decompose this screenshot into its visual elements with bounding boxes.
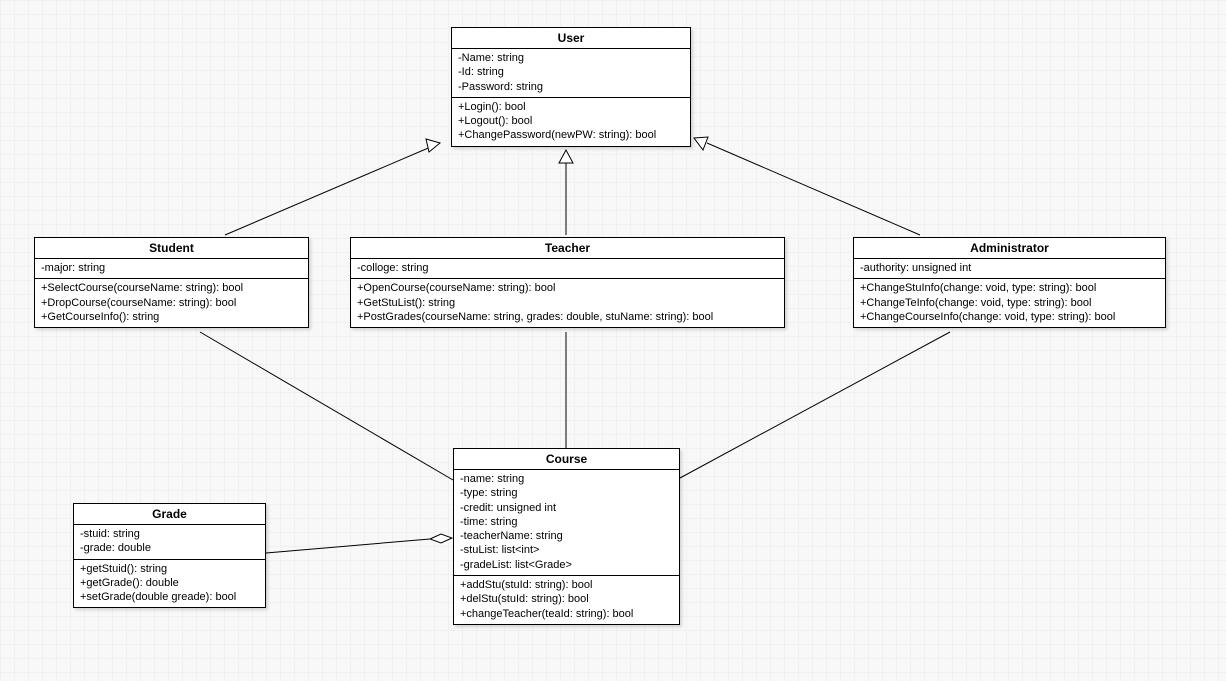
op-line: +getGrade(): double bbox=[80, 576, 259, 590]
op-line: +ChangeStuInfo(change: void, type: strin… bbox=[860, 281, 1159, 295]
class-ops: +getStuid(): string +getGrade(): double … bbox=[74, 560, 265, 608]
attr-line: -authority: unsigned int bbox=[860, 261, 1159, 275]
attr-line: -stuList: list<int> bbox=[460, 543, 673, 557]
op-line: +ChangePassword(newPW: string): bool bbox=[458, 128, 684, 142]
op-line: +setGrade(double greade): bool bbox=[80, 590, 259, 604]
attr-line: -Id: string bbox=[458, 65, 684, 79]
class-ops: +ChangeStuInfo(change: void, type: strin… bbox=[854, 279, 1165, 327]
class-attrs: -stuid: string -grade: double bbox=[74, 525, 265, 560]
op-line: +delStu(stuId: string): bool bbox=[460, 592, 673, 606]
class-title: Grade bbox=[74, 504, 265, 525]
class-ops: +Login(): bool +Logout(): bool +ChangePa… bbox=[452, 98, 690, 146]
class-attrs: -colloge: string bbox=[351, 259, 784, 279]
attr-line: -name: string bbox=[460, 472, 673, 486]
op-line: +Login(): bool bbox=[458, 100, 684, 114]
attr-line: -grade: double bbox=[80, 541, 259, 555]
attr-line: -colloge: string bbox=[357, 261, 778, 275]
class-attrs: -name: string -type: string -credit: uns… bbox=[454, 470, 679, 576]
op-line: +GetStuList(): string bbox=[357, 296, 778, 310]
op-line: +SelectCourse(courseName: string): bool bbox=[41, 281, 302, 295]
class-title: User bbox=[452, 28, 690, 49]
class-course: Course -name: string -type: string -cred… bbox=[453, 448, 680, 625]
op-line: +ChangeTeInfo(change: void, type: string… bbox=[860, 296, 1159, 310]
class-user: User -Name: string -Id: string -Password… bbox=[451, 27, 691, 147]
attr-line: -credit: unsigned int bbox=[460, 501, 673, 515]
class-title: Administrator bbox=[854, 238, 1165, 259]
op-line: +GetCourseInfo(): string bbox=[41, 310, 302, 324]
class-title: Course bbox=[454, 449, 679, 470]
op-line: +Logout(): bool bbox=[458, 114, 684, 128]
class-attrs: -Name: string -Id: string -Password: str… bbox=[452, 49, 690, 98]
op-line: +ChangeCourseInfo(change: void, type: st… bbox=[860, 310, 1159, 324]
op-line: +PostGrades(courseName: string, grades: … bbox=[357, 310, 778, 324]
op-line: +addStu(stuId: string): bool bbox=[460, 578, 673, 592]
class-grade: Grade -stuid: string -grade: double +get… bbox=[73, 503, 266, 608]
attr-line: -gradeList: list<Grade> bbox=[460, 558, 673, 572]
class-attrs: -major: string bbox=[35, 259, 308, 279]
attr-line: -type: string bbox=[460, 486, 673, 500]
op-line: +changeTeacher(teaId: string): bool bbox=[460, 607, 673, 621]
class-ops: +SelectCourse(courseName: string): bool … bbox=[35, 279, 308, 327]
class-ops: +OpenCourse(courseName: string): bool +G… bbox=[351, 279, 784, 327]
attr-line: -time: string bbox=[460, 515, 673, 529]
attr-line: -major: string bbox=[41, 261, 302, 275]
class-attrs: -authority: unsigned int bbox=[854, 259, 1165, 279]
class-title: Student bbox=[35, 238, 308, 259]
class-title: Teacher bbox=[351, 238, 784, 259]
attr-line: -Password: string bbox=[458, 80, 684, 94]
class-ops: +addStu(stuId: string): bool +delStu(stu… bbox=[454, 576, 679, 624]
op-line: +getStuid(): string bbox=[80, 562, 259, 576]
op-line: +DropCourse(courseName: string): bool bbox=[41, 296, 302, 310]
class-teacher: Teacher -colloge: string +OpenCourse(cou… bbox=[350, 237, 785, 328]
attr-line: -stuid: string bbox=[80, 527, 259, 541]
class-administrator: Administrator -authority: unsigned int +… bbox=[853, 237, 1166, 328]
class-student: Student -major: string +SelectCourse(cou… bbox=[34, 237, 309, 328]
op-line: +OpenCourse(courseName: string): bool bbox=[357, 281, 778, 295]
attr-line: -teacherName: string bbox=[460, 529, 673, 543]
attr-line: -Name: string bbox=[458, 51, 684, 65]
